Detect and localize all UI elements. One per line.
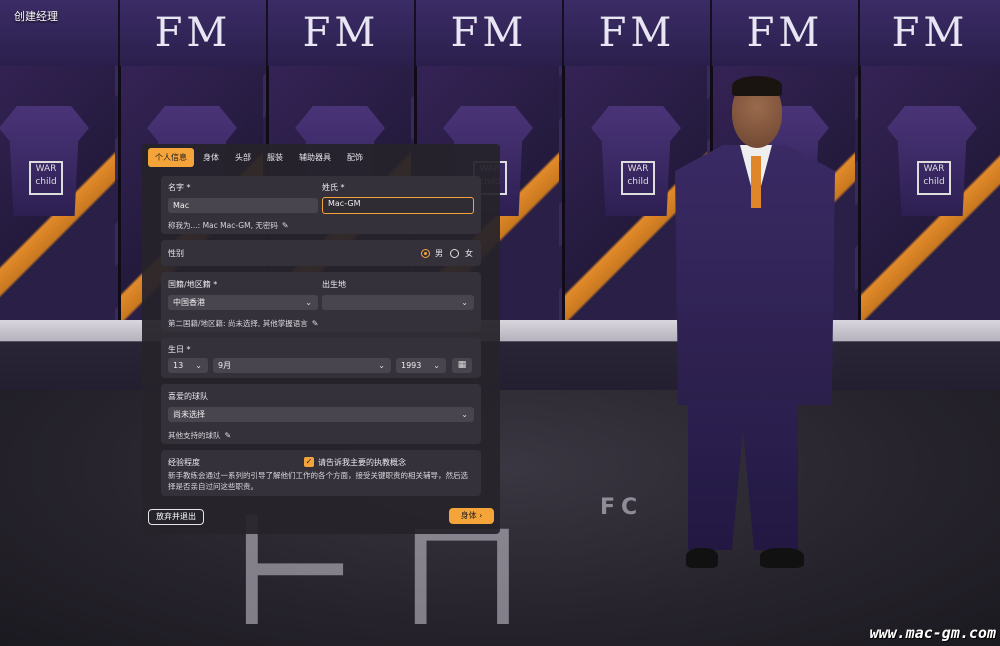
birthday-year-value: 1993 <box>401 361 422 370</box>
fm-banner: FM <box>268 0 416 66</box>
birthday-year-select[interactable]: 1993 ⌄ <box>396 358 446 373</box>
gender-label: 性别 <box>168 249 184 258</box>
call-me-hint: 称我为...: Mac Mac-GM, 无密码 ✎ <box>168 220 289 231</box>
fm-banner: FM <box>860 0 1000 66</box>
gender-card: 性别 男 女 <box>161 240 481 266</box>
birthday-day-select[interactable]: 13 ⌄ <box>168 358 208 373</box>
manager-avatar-3d[interactable] <box>660 70 835 590</box>
locker: WAR child <box>858 66 1000 336</box>
chevron-down-icon: ⌄ <box>461 298 468 307</box>
first-name-label: 名字 <box>168 182 191 193</box>
first-name-field[interactable]: Mac <box>168 198 318 213</box>
chevron-down-icon: ⌄ <box>461 410 468 419</box>
manager-tie <box>751 156 761 208</box>
tab-personal-info[interactable]: 个人信息 <box>148 148 194 167</box>
birthplace-label: 出生地 <box>322 280 346 289</box>
window-title: 创建经理 <box>14 10 58 23</box>
banner-text: FM <box>598 10 676 56</box>
favorite-team-label: 喜爱的球队 <box>168 392 208 401</box>
next-button[interactable]: 身体 › <box>449 508 494 524</box>
tab-extras[interactable]: 配饰 <box>340 148 370 167</box>
birthday-month-select[interactable]: 9月 ⌄ <box>213 358 391 373</box>
experience-card: 经验程度 ✓ 请告诉我主要的执教概念 新手教练会通过一系列的引导了解他们工作的各… <box>161 450 481 496</box>
fm-banner: FM <box>416 0 564 66</box>
banner-text: FM <box>746 10 824 56</box>
birthday-month-value: 9月 <box>218 361 232 370</box>
birthday-day-value: 13 <box>173 361 184 370</box>
nationality-card: 国籍/地区籍 出生地 中国香港 ⌄ ⌄ 第二国籍/地区籍: 尚未选择, 其他掌握语… <box>161 272 481 332</box>
pencil-icon[interactable]: ✎ <box>282 221 289 230</box>
fm-banner: FM <box>712 0 860 66</box>
last-name-field[interactable]: Mac-GM <box>322 197 474 214</box>
chevron-down-icon: ⌄ <box>378 361 385 370</box>
manager-shoe <box>760 548 804 568</box>
favorite-team-select[interactable]: 尚未选择 ⌄ <box>168 407 474 422</box>
manager-shoe <box>686 548 718 568</box>
tab-body[interactable]: 身体 <box>196 148 226 167</box>
locker: WAR child <box>0 66 115 336</box>
pencil-icon[interactable]: ✎ <box>312 319 319 328</box>
nationality-value: 中国香港 <box>173 298 205 307</box>
floor-fc-text: FC <box>600 495 644 520</box>
gender-male-label: 男 <box>435 249 443 258</box>
other-teams-text: 其他支持的球队 <box>168 431 221 440</box>
birthday-label: 生日 <box>168 344 191 355</box>
favorite-team-card: 喜爱的球队 尚未选择 ⌄ 其他支持的球队 ✎ <box>161 384 481 444</box>
tab-bar: 个人信息 身体 头部 服装 辅助器具 配饰 <box>148 148 370 167</box>
next-button-label: 身体 <box>460 511 477 520</box>
watermark: www.mac-gm.com <box>869 624 996 642</box>
second-nationality-hint: 第二国籍/地区籍: 尚未选择, 其他掌握语言 ✎ <box>168 318 318 329</box>
last-name-label: 姓氏 <box>322 182 345 193</box>
pencil-icon[interactable]: ✎ <box>225 431 232 440</box>
jersey-badge: WAR child <box>621 161 655 195</box>
banner-text: FM <box>154 10 232 56</box>
jersey-badge: WAR child <box>29 161 63 195</box>
jersey-badge: WAR child <box>917 161 951 195</box>
tab-clothing[interactable]: 服装 <box>260 148 290 167</box>
gender-female-radio[interactable] <box>450 249 459 258</box>
manager-hair <box>732 76 782 96</box>
chevron-down-icon: ⌄ <box>433 361 440 370</box>
tab-head[interactable]: 头部 <box>228 148 258 167</box>
favorite-team-value: 尚未选择 <box>173 410 205 419</box>
chevron-down-icon: ⌄ <box>305 298 312 307</box>
name-card: 名字 姓氏 Mac Mac-GM 称我为...: Mac Mac-GM, 无密码… <box>161 176 481 234</box>
banner-text: FM <box>302 10 380 56</box>
quit-button[interactable]: 放弃并退出 <box>148 509 204 525</box>
experience-label: 经验程度 <box>168 458 200 467</box>
experience-description: 新手教练会通过一系列的引导了解他们工作的各个方面，接受关键职责的相关辅导，然后选… <box>168 471 468 491</box>
chevron-down-icon: ⌄ <box>195 361 202 370</box>
birthplace-select[interactable]: ⌄ <box>322 295 474 310</box>
nationality-label: 国籍/地区籍 <box>168 279 217 290</box>
birthday-card: 生日 13 ⌄ 9月 ⌄ 1993 ⌄ ▦ <box>161 338 481 378</box>
experience-checkbox-label: 请告诉我主要的执教概念 <box>318 458 406 467</box>
gender-female-label: 女 <box>465 249 473 258</box>
chevron-right-icon: › <box>479 511 483 520</box>
fm-banner: FM <box>120 0 268 66</box>
create-manager-panel: 个人信息 身体 头部 服装 辅助器具 配饰 名字 姓氏 Mac Mac-GM 称… <box>142 144 500 534</box>
nationality-select[interactable]: 中国香港 ⌄ <box>168 295 318 310</box>
gender-male-radio[interactable] <box>421 249 430 258</box>
calendar-icon[interactable]: ▦ <box>452 358 472 373</box>
banner-text: FM <box>891 10 969 56</box>
tab-accessories-aids[interactable]: 辅助器具 <box>292 148 338 167</box>
check-icon[interactable]: ✓ <box>304 457 314 467</box>
call-me-text: 称我为...: Mac Mac-GM, 无密码 <box>168 221 278 230</box>
fm-banner: FM <box>564 0 712 66</box>
second-nationality-text: 第二国籍/地区籍: 尚未选择, 其他掌握语言 <box>168 319 308 328</box>
other-teams-hint: 其他支持的球队 ✎ <box>168 430 231 441</box>
banner-text: FM <box>450 10 528 56</box>
manager-legs <box>688 400 798 550</box>
